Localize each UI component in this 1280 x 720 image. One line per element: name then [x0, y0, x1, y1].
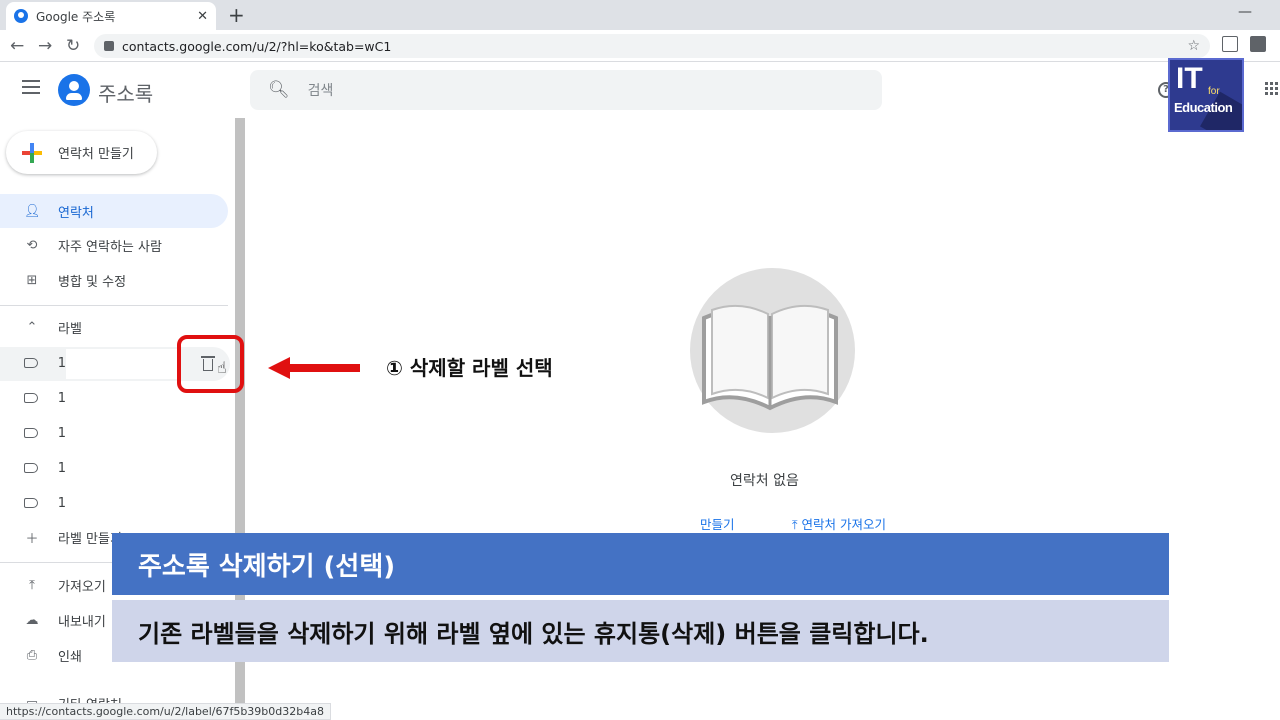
label-icon [24, 463, 38, 473]
history-icon: ⟲ [26, 237, 38, 253]
print-icon: ⎙ [26, 647, 38, 663]
contacts-favicon-icon [14, 9, 28, 23]
address-bar[interactable]: contacts.google.com/u/2/?hl=ko&tab=wC1 ☆ [94, 34, 1210, 58]
label-icon [24, 428, 38, 438]
upload-icon: ⤒ [29, 577, 35, 593]
label-row[interactable]: 1 [0, 486, 66, 520]
cloud-download-icon: ☁ [25, 612, 39, 628]
it-for-education-logo: IT for Education [1168, 58, 1244, 132]
sidebar-item-contacts[interactable]: 👤︎ 연락처 [0, 194, 228, 228]
book-icon [702, 304, 838, 411]
browser-tab-strip: Google 주소록 ✕ + — [0, 0, 1280, 30]
create-contact-button[interactable]: 연락처 만들기 [6, 131, 157, 174]
label-row[interactable]: 1 [0, 451, 66, 485]
search-input[interactable]: 🔍︎ 검색 [250, 70, 882, 110]
labels-header[interactable]: ⌃ 라벨 [0, 310, 82, 344]
highlight-box [177, 335, 244, 393]
search-placeholder: 검색 [307, 83, 334, 99]
extension-icon[interactable] [1250, 36, 1266, 52]
label-icon [24, 358, 38, 368]
search-icon: 🔍︎ [268, 80, 290, 100]
import-contacts-link[interactable]: ⤒ 연락처 가져오기 [792, 514, 886, 533]
contacts-logo-icon [58, 74, 90, 106]
sidebar-item-print[interactable]: ⎙ 인쇄 [0, 638, 82, 672]
status-bar-url: https://contacts.google.com/u/2/label/67… [0, 703, 331, 720]
label-row[interactable]: 1 [0, 416, 66, 450]
tab-close-icon[interactable]: ✕ [197, 9, 208, 24]
tab-title: Google 주소록 [36, 9, 116, 24]
label-icon [24, 498, 38, 508]
label-icon [24, 393, 38, 403]
create-contact-link[interactable]: 만들기 [700, 517, 735, 532]
forward-arrow-icon[interactable]: → [38, 36, 52, 56]
sidebar-item-export[interactable]: ☁ 내보내기 [0, 603, 106, 637]
browser-toolbar: ← → ↻ contacts.google.com/u/2/?hl=ko&tab… [0, 30, 1280, 62]
reload-icon[interactable]: ↻ [66, 36, 80, 56]
sidebar-divider [0, 305, 228, 306]
merge-icon: ⊞ [26, 272, 38, 288]
step-annotation: ① 삭제할 라벨 선택 [386, 356, 553, 380]
main-menu-icon[interactable] [22, 80, 40, 98]
app-title: 주소록 [98, 82, 154, 106]
sidebar-item-frequent[interactable]: ⟲ 자주 연락하는 사람 [0, 228, 162, 262]
label-row[interactable]: 1 [0, 381, 66, 415]
new-tab-button[interactable]: + [228, 3, 245, 27]
plus-icon: ＋ [25, 531, 39, 547]
label-row[interactable]: 1 [0, 346, 66, 380]
empty-state-text: 연락처 없음 [730, 473, 799, 489]
person-icon: 👤︎ [24, 203, 41, 219]
caption-body-banner: 기존 라벨들을 삭제하기 위해 라벨 옆에 있는 휴지통(삭제) 버튼을 클릭합… [112, 600, 1169, 662]
cast-extension-icon[interactable] [1222, 36, 1238, 52]
lock-icon [104, 41, 114, 51]
chevron-up-icon: ⌃ [26, 319, 38, 335]
apps-grid-icon[interactable] [1265, 82, 1279, 95]
plus-icon [22, 142, 42, 163]
caption-title-banner: 주소록 삭제하기 (선택) [112, 533, 1169, 595]
minimize-icon[interactable]: — [1238, 4, 1252, 20]
browser-tab[interactable]: Google 주소록 ✕ [6, 2, 216, 30]
back-arrow-icon[interactable]: ← [10, 36, 24, 56]
sidebar-item-import[interactable]: ⤒ 가져오기 [0, 568, 106, 602]
create-label-item[interactable]: ＋ 라벨 만들기 [0, 520, 121, 554]
red-arrow-icon [268, 357, 360, 379]
caption-title: 주소록 삭제하기 (선택) [138, 551, 396, 582]
sidebar-item-merge[interactable]: ⊞ 병합 및 수정 [0, 263, 127, 297]
empty-state-links: 만들기 ⤒ 연락처 가져오기 [700, 514, 886, 533]
url-text: contacts.google.com/u/2/?hl=ko&tab=wC1 [122, 38, 392, 54]
bookmark-star-icon[interactable]: ☆ [1187, 38, 1200, 54]
caption-body: 기존 라벨들을 삭제하기 위해 라벨 옆에 있는 휴지통(삭제) 버튼을 클릭합… [138, 619, 929, 648]
